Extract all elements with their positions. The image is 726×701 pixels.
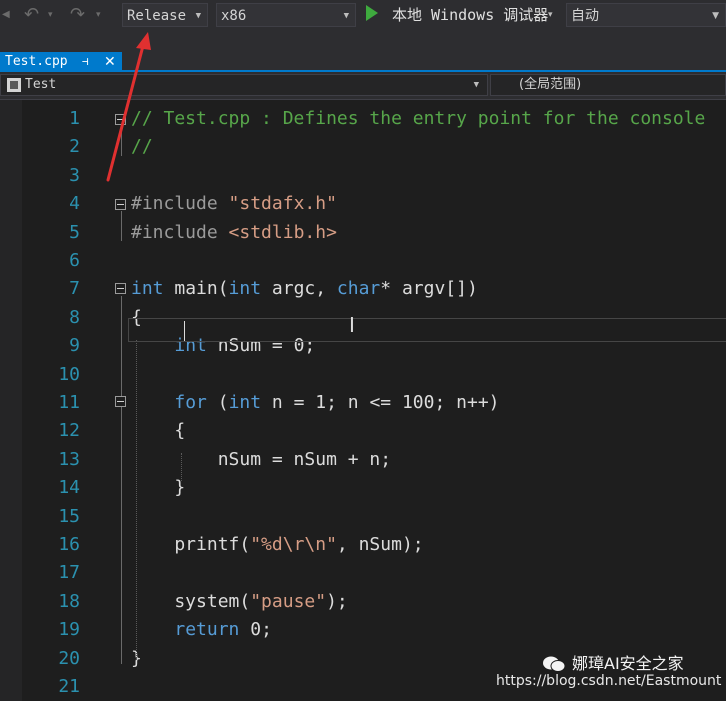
fold-toggle-icon[interactable] bbox=[115, 283, 126, 294]
pin-icon[interactable]: ⊣ bbox=[82, 52, 89, 72]
line-number: 10 bbox=[58, 364, 80, 385]
chevron-down-icon: ▼ bbox=[343, 11, 349, 21]
line-number: 2 bbox=[69, 136, 80, 157]
line-number: 6 bbox=[69, 250, 80, 271]
toolbar-left-arrow-icon[interactable]: ◀ bbox=[2, 9, 10, 20]
current-line-highlight bbox=[128, 318, 726, 342]
line-number: 18 bbox=[58, 591, 80, 612]
code-line[interactable]: } bbox=[131, 477, 185, 498]
undo-icon[interactable]: ↶ bbox=[24, 4, 39, 25]
indicator-margin bbox=[0, 100, 22, 701]
watermark-url: https://blog.csdn.net/Eastmount bbox=[496, 673, 722, 689]
fold-toggle-icon[interactable] bbox=[115, 199, 126, 210]
line-number: 5 bbox=[69, 222, 80, 243]
start-debugger-button[interactable]: 本地 Windows 调试器 bbox=[392, 4, 548, 26]
scope-value: Test bbox=[25, 77, 57, 92]
code-line[interactable]: // Test.cpp : Defines the entry point fo… bbox=[131, 108, 705, 129]
configuration-dropdown[interactable]: Release ▼ bbox=[122, 3, 208, 27]
line-number: 13 bbox=[58, 449, 80, 470]
run-mode-value: 自动 bbox=[571, 8, 599, 24]
line-number: 1 bbox=[69, 108, 80, 129]
undo-dropdown-icon[interactable]: ▾ bbox=[48, 10, 53, 20]
chevron-down-icon: ▼ bbox=[473, 80, 479, 90]
line-number: 17 bbox=[58, 562, 80, 583]
line-number: 3 bbox=[69, 165, 80, 186]
wechat-icon bbox=[543, 656, 566, 672]
code-line[interactable]: return 0; bbox=[131, 619, 272, 640]
outline-line bbox=[121, 408, 122, 498]
member-value: (全局范围) bbox=[519, 77, 582, 92]
code-line[interactable]: { bbox=[131, 420, 185, 441]
code-line[interactable]: for (int n = 1; n <= 100; n++) bbox=[131, 392, 499, 413]
scope-dropdown[interactable]: Test ▼ bbox=[0, 74, 488, 96]
line-number: 16 bbox=[58, 534, 80, 555]
line-number: 21 bbox=[58, 676, 80, 697]
class-icon bbox=[7, 78, 21, 92]
outline-line bbox=[121, 211, 122, 241]
annotation-arrow bbox=[106, 32, 151, 182]
chevron-down-icon: ▼ bbox=[712, 11, 719, 21]
configuration-value: Release bbox=[127, 8, 187, 24]
indent-guide bbox=[136, 340, 137, 660]
code-line[interactable]: system("pause"); bbox=[131, 591, 347, 612]
line-number: 14 bbox=[58, 477, 80, 498]
code-line[interactable]: nSum = nSum + n; bbox=[131, 449, 391, 470]
ibeam-cursor-icon: I bbox=[349, 313, 355, 337]
redo-dropdown-icon[interactable]: ▾ bbox=[96, 10, 101, 20]
code-line[interactable]: int main(int argc, char* argv[]) bbox=[131, 278, 478, 299]
platform-value: x86 bbox=[221, 8, 247, 24]
fold-toggle-icon[interactable] bbox=[115, 396, 126, 407]
platform-dropdown[interactable]: x86 ▼ bbox=[216, 3, 356, 27]
line-number: 7 bbox=[69, 278, 80, 299]
code-line[interactable]: #include <stdlib.h> bbox=[131, 222, 337, 243]
code-line[interactable]: #include "stdafx.h" bbox=[131, 193, 337, 214]
line-number: 15 bbox=[58, 506, 80, 527]
line-number: 19 bbox=[58, 619, 80, 640]
watermark-name: 娜璋AI安全之家 bbox=[572, 654, 684, 673]
play-icon[interactable] bbox=[366, 5, 378, 21]
member-dropdown[interactable]: (全局范围) bbox=[490, 74, 726, 96]
line-number: 9 bbox=[69, 335, 80, 356]
tab-title: Test.cpp bbox=[5, 54, 68, 69]
run-mode-dropdown[interactable]: 自动 ▼ bbox=[566, 3, 726, 27]
code-line[interactable]: printf("%d\r\n", nSum); bbox=[131, 534, 423, 555]
debugger-dropdown-icon[interactable]: ▾ bbox=[548, 10, 553, 20]
line-number: 8 bbox=[69, 307, 80, 328]
chevron-down-icon: ▼ bbox=[195, 11, 201, 21]
text-caret bbox=[184, 321, 185, 341]
line-number: 11 bbox=[58, 392, 80, 413]
redo-icon[interactable]: ↷ bbox=[70, 4, 85, 25]
indent-guide bbox=[181, 453, 182, 481]
line-number: 20 bbox=[58, 648, 80, 669]
line-number: 4 bbox=[69, 193, 80, 214]
code-editor[interactable]: 1 2 3 4 5 6 7 8 9 10 11 12 13 14 15 16 17 18 19 20 21 // Tes… bbox=[0, 100, 726, 701]
line-number: 12 bbox=[58, 420, 80, 441]
